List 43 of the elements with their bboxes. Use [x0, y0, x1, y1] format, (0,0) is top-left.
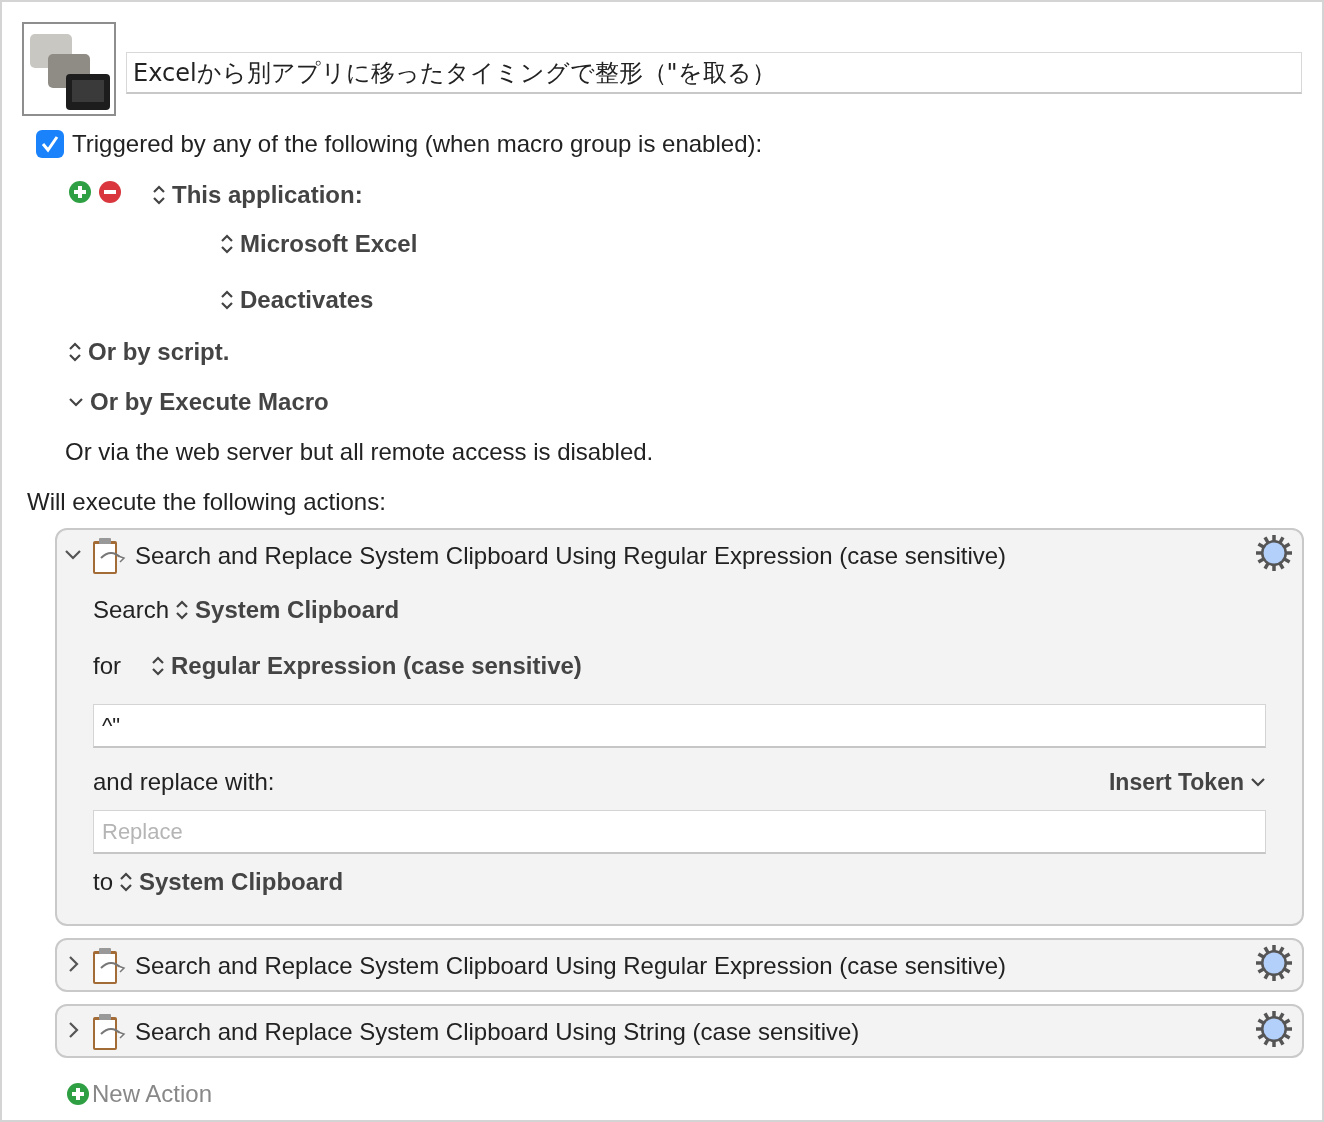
replace-label: and replace with:: [93, 768, 275, 796]
for-label: for: [93, 652, 121, 680]
new-action-button[interactable]: New Action: [66, 1080, 1302, 1108]
trigger-label: Triggered by any of the following (when macro group is enabled):: [72, 130, 763, 158]
gear-icon: [1254, 1009, 1294, 1049]
replace-field[interactable]: Replace: [93, 810, 1266, 854]
gear-icon: [1254, 943, 1294, 983]
search-label: Search: [93, 596, 170, 624]
action-title: Search and Replace System Clipboard Using String (case sensitive): [135, 1018, 861, 1046]
gear-icon: [1254, 533, 1294, 573]
clipboard-icon: [91, 946, 127, 986]
up-down-chevron-icon: [175, 600, 190, 620]
trigger-checkbox[interactable]: [36, 130, 64, 158]
destination-popup[interactable]: System Clipboard: [119, 868, 344, 896]
trigger-option[interactable]: Or by script.: [68, 338, 230, 366]
pattern-field[interactable]: ^": [93, 704, 1266, 748]
up-down-chevron-icon: [119, 872, 133, 892]
trigger-popup[interactable]: Deactivates: [220, 286, 374, 314]
add-icon: [68, 180, 92, 204]
web-server-note: Or via the web server but all remote access is disabled.: [65, 438, 655, 466]
up-down-chevron-icon: [68, 342, 82, 362]
add-icon: [66, 1082, 90, 1106]
trigger-type-popup[interactable]: This application:: [152, 181, 363, 209]
remove-icon: [98, 180, 122, 204]
checkmark-icon: [40, 134, 60, 154]
chevron-down-icon: [1250, 776, 1266, 788]
insert-token-button[interactable]: Insert Token: [1108, 768, 1266, 796]
up-down-chevron-icon: [220, 290, 234, 310]
source-popup[interactable]: System Clipboard: [175, 596, 400, 624]
to-label: to: [93, 868, 113, 896]
up-down-chevron-icon: [220, 234, 234, 254]
up-down-chevron-icon: [152, 185, 166, 205]
clipboard-icon: [91, 536, 127, 576]
actions-heading: Will execute the following actions:: [27, 488, 387, 516]
up-down-chevron-icon: [151, 656, 165, 676]
trigger-option[interactable]: Or by Execute Macro: [68, 388, 329, 416]
action-title: Search and Replace System Clipboard Using Regular Expression (case sensitive): [135, 952, 1008, 980]
clipboard-icon: [91, 1012, 127, 1052]
macro-icon[interactable]: [22, 22, 116, 116]
action-title: Search and Replace System Clipboard Using Regular Expression (case sensitive): [135, 542, 1008, 570]
match-type-popup[interactable]: Regular Expression (case sensitive): [151, 652, 582, 680]
trigger-popup[interactable]: Microsoft Excel: [220, 230, 418, 258]
macro-name-field[interactable]: Excelから別アプリに移ったタイミングで整形（"を取る）: [126, 52, 1302, 94]
